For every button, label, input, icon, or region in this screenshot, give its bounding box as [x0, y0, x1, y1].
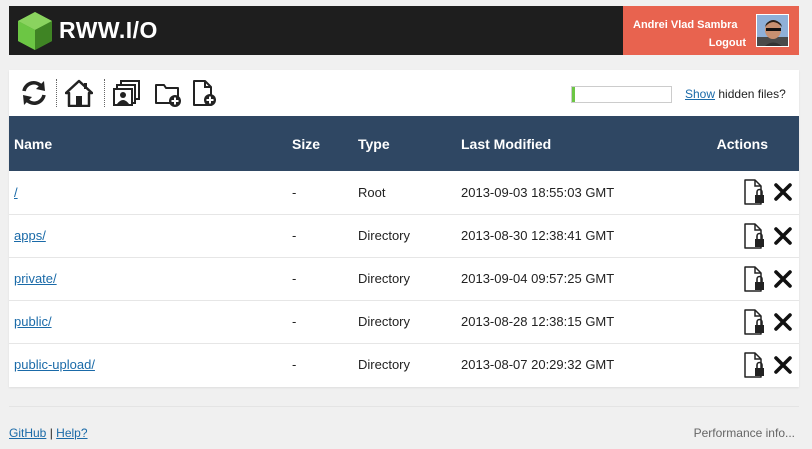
- cell-size: -: [292, 228, 297, 243]
- acl-file-icon[interactable]: [743, 179, 765, 205]
- cell-name: /: [9, 171, 287, 214]
- file-link[interactable]: public-upload/: [14, 357, 95, 372]
- cube-logo-icon: [18, 12, 52, 50]
- progress-fill: [572, 87, 575, 102]
- file-link[interactable]: public/: [14, 314, 52, 329]
- table-row: public-upload/ - Directory 2013-08-07 20:29…: [9, 343, 799, 386]
- toolbar-separator: [56, 79, 57, 107]
- avatar[interactable]: [756, 14, 789, 47]
- app-title: RWW.I/O: [59, 17, 158, 43]
- cell-name: private/: [9, 257, 287, 300]
- cell-name: apps/: [9, 214, 287, 257]
- cell-size: -: [292, 314, 297, 329]
- cell-name: public/: [9, 300, 287, 343]
- file-link[interactable]: private/: [14, 271, 57, 286]
- footer-separator: |: [49, 426, 53, 440]
- progress-bar: [571, 86, 672, 103]
- cell-type: Root: [358, 184, 386, 200]
- cell-last-modified: 2013-09-04 09:57:25 GMT: [461, 271, 615, 286]
- cell-last-modified: 2013-08-30 12:38:41 GMT: [461, 228, 615, 243]
- file-table: Name Size Type Last Modified Actions / - R…: [9, 116, 799, 386]
- acl-file-icon[interactable]: [743, 308, 765, 335]
- footer-links: GitHub | Help?: [9, 426, 88, 440]
- hidden-files-toggle: Show hidden files?: [685, 87, 786, 101]
- performance-info-link[interactable]: Performance info...: [694, 426, 795, 440]
- home-icon[interactable]: [65, 79, 93, 107]
- header-size[interactable]: Size: [287, 116, 353, 171]
- header-last-modified[interactable]: Last Modified: [456, 116, 676, 171]
- logout-link[interactable]: Logout: [709, 37, 746, 49]
- user-box: Andrei Vlad Sambra Logout: [623, 6, 799, 55]
- delete-icon[interactable]: [773, 226, 793, 246]
- table-row: / - Root 2013-09-03 18:55:03 GMT: [9, 171, 799, 214]
- help-link[interactable]: Help?: [56, 426, 87, 440]
- file-browser-panel: Show hidden files? Name Size Type Last M…: [9, 70, 799, 387]
- cell-actions: [676, 171, 799, 214]
- new-folder-icon[interactable]: [154, 79, 182, 107]
- show-hidden-link[interactable]: Show: [685, 87, 715, 101]
- new-file-icon[interactable]: [190, 79, 218, 107]
- cell-actions: [676, 257, 799, 300]
- cell-last-modified: 2013-08-28 12:38:15 GMT: [461, 314, 615, 329]
- cell-actions: [676, 214, 799, 257]
- file-link[interactable]: apps/: [14, 228, 46, 243]
- table-row: public/ - Directory 2013-08-28 12:38:15 GMT: [9, 300, 799, 343]
- cell-type: Directory: [358, 228, 411, 243]
- file-rows: / - Root 2013-09-03 18:55:03 GMT apps/ - Direc…: [9, 171, 799, 386]
- delete-icon[interactable]: [773, 312, 793, 332]
- delete-icon[interactable]: [773, 355, 793, 375]
- delete-icon[interactable]: [773, 269, 793, 289]
- top-bar: RWW.I/O Andrei Vlad Sambra Logout: [9, 6, 799, 55]
- cell-size: -: [292, 357, 297, 373]
- acl-file-icon[interactable]: [743, 222, 765, 249]
- delete-icon[interactable]: [773, 182, 793, 202]
- file-link[interactable]: /: [14, 185, 18, 200]
- cell-last-modified: 2013-09-03 18:55:03 GMT: [461, 184, 615, 200]
- cell-type: Directory: [358, 271, 411, 286]
- cell-type: Directory: [358, 314, 411, 329]
- cell-type: Directory: [358, 357, 411, 373]
- header-name[interactable]: Name: [9, 116, 287, 171]
- acl-file-icon[interactable]: [743, 265, 765, 292]
- cell-name: public-upload/: [9, 343, 287, 386]
- hidden-files-label: hidden files?: [718, 87, 786, 101]
- github-link[interactable]: GitHub: [9, 426, 46, 440]
- header-actions: Actions: [716, 135, 768, 152]
- cell-actions: [676, 343, 799, 386]
- toolbar-separator: [104, 79, 105, 107]
- cell-size: -: [292, 271, 297, 286]
- user-name: Andrei Vlad Sambra: [633, 19, 738, 31]
- footer-divider: [9, 406, 799, 407]
- acl-file-icon[interactable]: [743, 352, 765, 378]
- cell-last-modified: 2013-08-07 20:29:32 GMT: [461, 357, 615, 373]
- refresh-icon[interactable]: [20, 79, 48, 107]
- table-row: private/ - Directory 2013-09-04 09:57:25 GM…: [9, 257, 799, 300]
- gallery-icon[interactable]: [113, 79, 141, 107]
- table-header-row: Name Size Type Last Modified Actions: [9, 116, 799, 171]
- cell-actions: [676, 300, 799, 343]
- header-type[interactable]: Type: [353, 116, 456, 171]
- toolbar: Show hidden files?: [9, 70, 799, 116]
- cell-size: -: [292, 184, 297, 200]
- table-row: apps/ - Directory 2013-08-30 12:38:41 GMT: [9, 214, 799, 257]
